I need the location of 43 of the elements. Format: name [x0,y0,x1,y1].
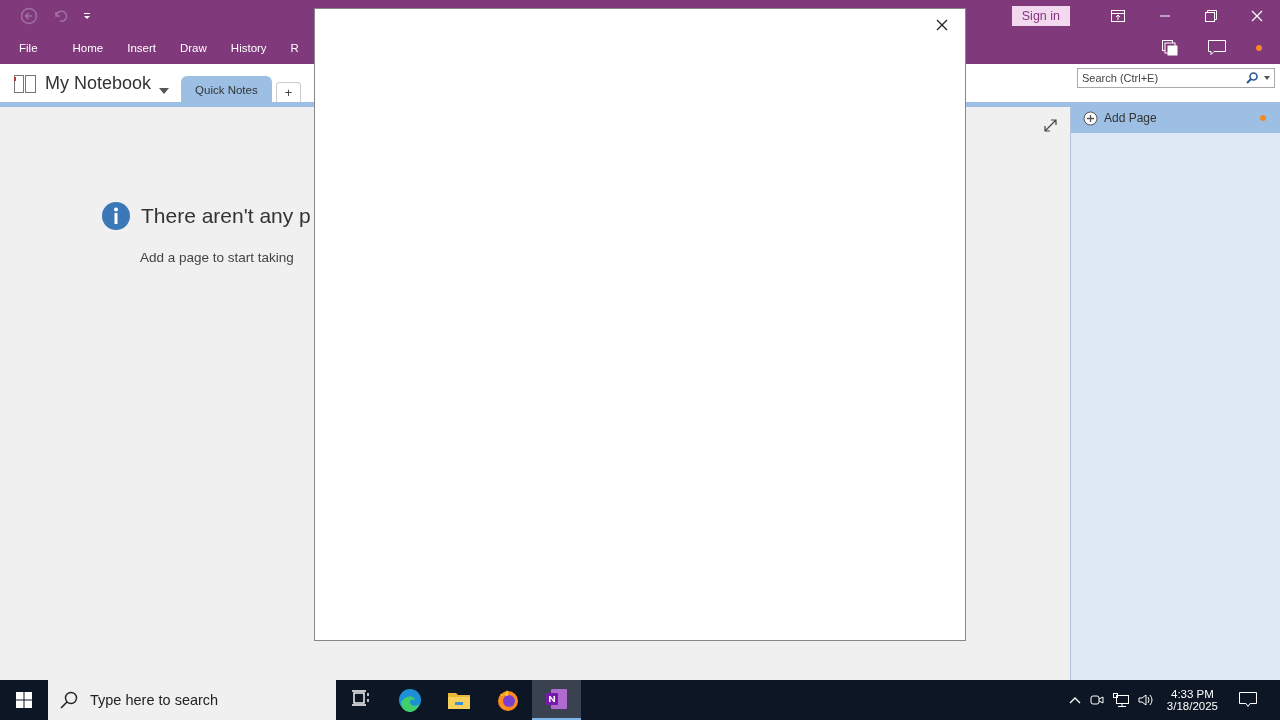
taskbar-search-field[interactable]: Type here to search [88,691,322,709]
add-section-tab[interactable]: + [275,82,302,102]
camera-icon[interactable] [1089,693,1104,707]
info-icon [102,202,130,230]
sign-in-button[interactable]: Sign in [1011,6,1070,26]
ribbon-tab[interactable]: R [281,42,314,54]
search-box[interactable]: Search (Ctrl+E) [1077,68,1275,88]
windows-start-icon[interactable] [16,692,32,708]
ribbon-tab[interactable]: Insert [118,42,171,54]
search-field[interactable]: Search (Ctrl+E) [1082,72,1240,84]
ribbon-tab[interactable]: History [221,42,282,54]
network-icon[interactable] [1112,693,1129,707]
status-dot-icon [1256,45,1262,51]
clock-date[interactable]: 3/18/2025 [1166,700,1218,712]
empty-message-hint: Add a page to start taking [140,250,295,265]
section-tab[interactable]: Quick Notes [181,76,272,102]
caret-icon[interactable] [1264,76,1270,80]
restore-icon[interactable] [1205,10,1217,22]
expand-icon[interactable] [1044,119,1057,132]
empty-message-title: There aren't any p [141,204,311,228]
dropdown-icon[interactable] [82,11,92,21]
comment-icon[interactable] [1208,40,1226,56]
ribbon-tab[interactable]: File [10,42,64,54]
search-icon[interactable] [1246,72,1258,84]
ribbon-tab[interactable]: Home [63,42,119,54]
status-dot-icon [1260,115,1266,121]
volume-icon[interactable] [1137,693,1154,707]
ribbon-tab[interactable]: Draw [171,42,222,54]
chevron-up-icon[interactable] [1068,696,1081,704]
notebook-icon[interactable] [13,74,37,94]
taskbar-search-box[interactable]: Type here to search [48,680,336,720]
ribbon-display-icon[interactable] [1111,10,1125,22]
plus-circle-icon [1083,110,1098,126]
search-icon [60,691,78,709]
pages-icon[interactable] [1162,40,1178,56]
clock-time[interactable]: 4:33 PM [1171,688,1214,700]
close-icon[interactable] [936,19,948,31]
onenote-icon [544,687,569,711]
notification-icon[interactable] [1239,692,1257,708]
notebook-name[interactable]: My Notebook [45,73,152,94]
firefox-icon [495,688,520,712]
edge-icon [397,688,422,712]
caret-icon[interactable] [159,88,170,94]
